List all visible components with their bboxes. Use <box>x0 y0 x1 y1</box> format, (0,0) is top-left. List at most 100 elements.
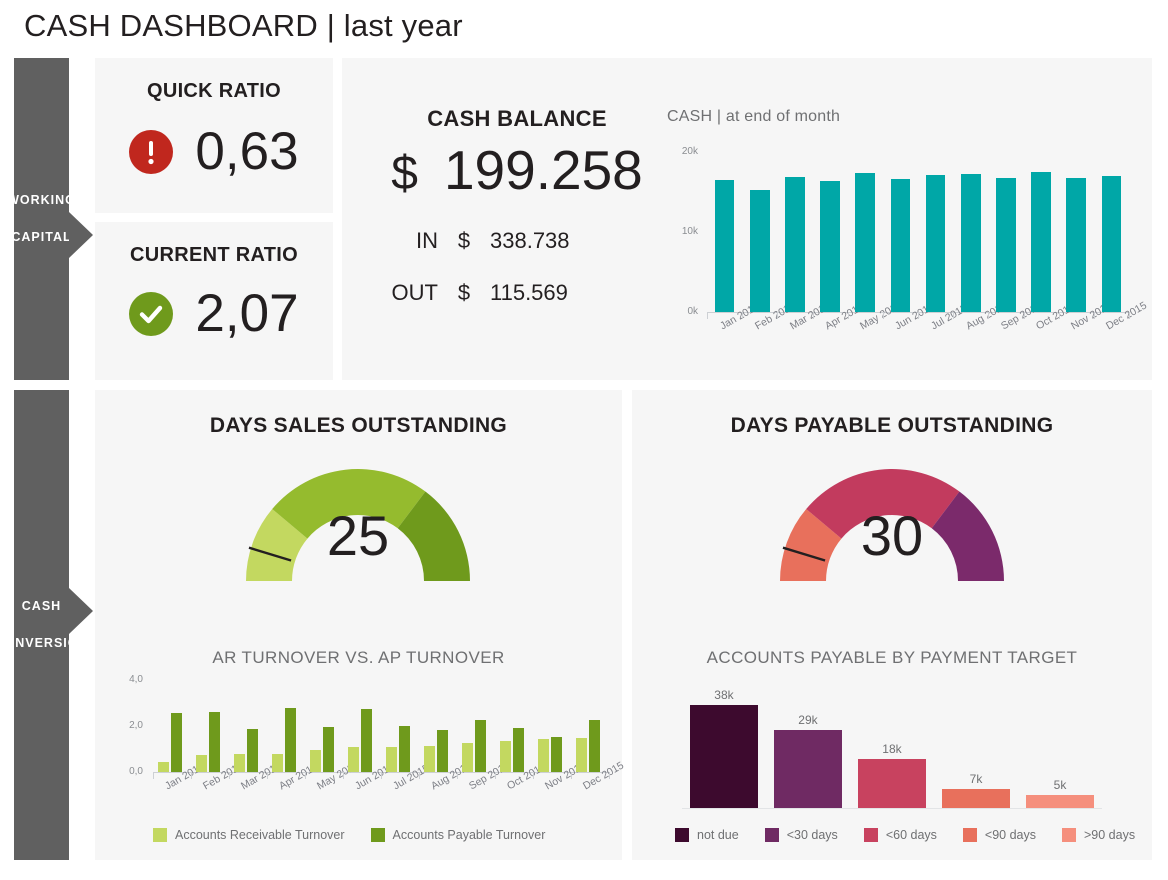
cash-balance-panel: CASH BALANCE $ 199.258 IN $ 338.738 OUT … <box>342 58 1152 380</box>
rail-arrow-cash-conversion <box>69 588 93 634</box>
ap-target-bar[interactable] <box>690 705 757 808</box>
cash-chart-bar[interactable] <box>891 179 911 312</box>
legend-label: not due <box>697 828 739 842</box>
quick-ratio-card[interactable]: QUICK RATIO 0,63 <box>95 58 333 213</box>
ar-ap-bar[interactable] <box>272 754 283 772</box>
legend-label: <60 days <box>886 828 937 842</box>
ar-ap-bar[interactable] <box>209 712 220 772</box>
quick-ratio-title: QUICK RATIO <box>95 80 333 103</box>
days-payable-outstanding-panel: DAYS PAYABLE OUTSTANDING 30 ACCOUNTS PAY… <box>632 390 1152 860</box>
ar-ap-bar[interactable] <box>285 708 296 772</box>
cash-balance-currency: $ <box>391 150 418 198</box>
current-ratio-title: CURRENT RATIO <box>95 244 333 267</box>
ap-target-bar[interactable] <box>858 759 925 808</box>
cash-chart-ytick: 0k <box>667 306 698 317</box>
ap-target-data-label: 5k <box>1026 778 1093 792</box>
ar-ap-bar[interactable] <box>475 720 486 772</box>
ar-ap-bar[interactable] <box>196 755 207 772</box>
ar-ap-bar[interactable] <box>437 730 448 772</box>
rail-word-cash: CASH <box>22 596 61 617</box>
ap-target-bar[interactable] <box>1026 795 1093 809</box>
ap-target-axis <box>682 808 1102 809</box>
ar-ap-bar[interactable] <box>513 728 524 772</box>
current-ratio-card[interactable]: CURRENT RATIO 2,07 <box>95 222 333 380</box>
ar-ap-bar[interactable] <box>247 729 258 772</box>
ar-ap-bar[interactable] <box>399 726 410 772</box>
legend-label: >90 days <box>1084 828 1135 842</box>
ar-ap-tick <box>191 772 192 779</box>
cash-chart-bar[interactable] <box>820 181 840 312</box>
cash-chart-bar[interactable] <box>961 174 981 312</box>
legend-item[interactable]: >90 days <box>1062 828 1135 842</box>
legend-item[interactable]: Accounts Receivable Turnover <box>153 828 345 842</box>
cash-chart-title: CASH | at end of month <box>667 108 840 126</box>
ar-ap-xlabel: Dec 2015 <box>581 760 626 793</box>
cash-chart-tick <box>883 312 884 319</box>
legend-swatch <box>864 828 878 842</box>
ar-ap-legend: Accounts Receivable Turnover Accounts Pay… <box>153 828 571 842</box>
legend-item[interactable]: <30 days <box>765 828 838 842</box>
accounts-payable-target-chart[interactable]: 38k29k18k7k5k <box>672 672 1112 822</box>
cash-chart-tick <box>1094 312 1095 319</box>
legend-swatch <box>765 828 779 842</box>
cash-chart-bar[interactable] <box>926 175 946 312</box>
cash-chart-bar[interactable] <box>996 178 1016 312</box>
cash-chart-bar[interactable] <box>715 180 735 312</box>
ar-ap-ytick: 0,0 <box>115 766 143 777</box>
cash-chart-tick <box>918 312 919 319</box>
legend-item[interactable]: Accounts Payable Turnover <box>371 828 546 842</box>
cash-chart[interactable]: 0k10k20kJan 2015Feb 2015Mar 2015Apr 2015… <box>667 138 1137 368</box>
cash-chart-bar[interactable] <box>1102 176 1122 312</box>
ar-ap-bar[interactable] <box>589 720 600 772</box>
rail-word-capital: CAPITAL <box>11 227 71 248</box>
ar-ap-bar[interactable] <box>576 738 587 772</box>
ar-ap-bar[interactable] <box>462 743 473 772</box>
legend-item[interactable]: <60 days <box>864 828 937 842</box>
days-sales-outstanding-panel: DAYS SALES OUTSTANDING 25 AR TURNOVER VS… <box>95 390 622 860</box>
ar-ap-bar[interactable] <box>158 762 169 772</box>
cash-balance-title: CASH BALANCE <box>342 106 692 132</box>
quick-ratio-value: 0,63 <box>195 125 298 178</box>
ar-ap-bar[interactable] <box>361 709 372 772</box>
cash-out-currency: $ <box>438 280 490 306</box>
rail-word-working: WORKING <box>7 190 76 211</box>
ap-target-data-label: 18k <box>858 742 925 756</box>
ar-ap-tick <box>419 772 420 779</box>
ar-ap-bar[interactable] <box>424 746 435 772</box>
check-icon <box>129 292 173 336</box>
ar-ap-turnover-chart[interactable]: 0,02,04,0Jan 2015Feb 2015Mar 2015Apr 201… <box>115 672 615 822</box>
legend-item[interactable]: <90 days <box>963 828 1036 842</box>
section-rail-working-capital: WORKING CAPITAL <box>14 58 69 380</box>
cash-chart-tick <box>1059 312 1060 319</box>
page-title: CASH DASHBOARD | last year <box>24 8 463 44</box>
cash-chart-bar[interactable] <box>750 190 770 312</box>
ar-ap-bar[interactable] <box>538 739 549 772</box>
cash-out-value: 115.569 <box>490 280 610 306</box>
legend-swatch <box>963 828 977 842</box>
ar-ap-tick <box>267 772 268 779</box>
ar-ap-tick <box>343 772 344 779</box>
ar-ap-tick <box>533 772 534 779</box>
cash-chart-tick <box>953 312 954 319</box>
ar-ap-bar[interactable] <box>323 727 334 772</box>
ar-ap-bar[interactable] <box>171 713 182 772</box>
cash-chart-bar[interactable] <box>1031 172 1051 312</box>
ar-ap-tick <box>495 772 496 779</box>
ar-ap-bar[interactable] <box>234 754 245 772</box>
legend-item[interactable]: not due <box>675 828 739 842</box>
ar-ap-bar[interactable] <box>500 741 511 772</box>
section-rail-cash-conversion: CASH CONVERSION <box>14 390 69 860</box>
legend-label: <30 days <box>787 828 838 842</box>
ar-ap-chart-title: AR TURNOVER VS. AP TURNOVER <box>95 648 622 668</box>
ar-ap-bar[interactable] <box>310 750 321 772</box>
ar-ap-bar[interactable] <box>348 747 359 772</box>
ap-target-bar[interactable] <box>774 730 841 808</box>
cash-chart-bar[interactable] <box>1066 178 1086 312</box>
rail-arrow-working-capital <box>69 212 93 258</box>
ar-ap-bar[interactable] <box>386 747 397 772</box>
cash-chart-bar[interactable] <box>785 177 805 312</box>
ar-ap-bar[interactable] <box>551 737 562 772</box>
dso-title: DAYS SALES OUTSTANDING <box>95 414 622 438</box>
cash-chart-bar[interactable] <box>855 173 875 312</box>
ap-target-bar[interactable] <box>942 789 1009 808</box>
